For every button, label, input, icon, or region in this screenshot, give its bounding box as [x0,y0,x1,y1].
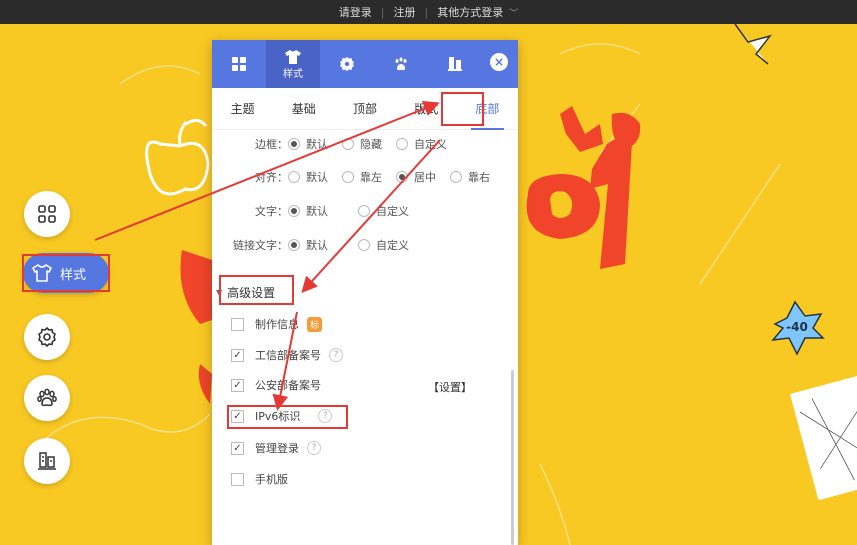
check-admin-login[interactable]: ✓ 管理登录 ? [231,440,321,456]
checkbox[interactable]: ✓ [231,441,244,455]
tab-style-label: 样式 [283,68,303,80]
text-option-custom[interactable]: 自定义 [358,203,409,219]
radio-icon [342,138,354,150]
gear-icon [38,327,56,347]
tshirt-icon [285,49,301,64]
border-option-custom[interactable]: 自定义 [396,136,447,152]
border-option-default[interactable]: 默认 [288,136,328,152]
align-option-default[interactable]: 默认 [288,169,328,185]
grid-icon [38,205,56,223]
text-row: 文字： 默认 自定义 [212,203,423,219]
checkbox[interactable] [231,317,244,331]
radio-icon [288,205,300,217]
check-police-record[interactable]: ✓ 公安部备案号 [231,377,321,393]
check-miit-record[interactable]: ✓ 工信部备案号 ? [231,347,343,363]
paw-icon [395,57,407,71]
svg-text:-40: -40 [786,320,808,334]
radio-icon [450,171,462,183]
subtab-theme[interactable]: 主题 [212,88,273,130]
toolbar-grid-button[interactable] [24,191,70,237]
check-mobile[interactable]: 手机版 [231,471,288,487]
advanced-settings-toggle[interactable]: ▼ 高级设置 [216,284,275,301]
other-login-link[interactable]: 其他方式登录 [437,4,503,20]
align-option-right[interactable]: 靠右 [450,169,490,185]
link-text-label: 链接文字： [233,239,288,252]
register-link[interactable]: 注册 [393,4,415,20]
subtab-basic[interactable]: 基础 [273,88,334,130]
close-icon[interactable]: × [490,53,508,71]
radio-icon [342,171,354,183]
style-panel: 样式 × 主题 基础 顶部 版式 底部 边框： 默认 隐藏 自定义 对齐： 默认… [212,40,518,545]
text-label: 文字： [255,205,288,218]
building-icon [38,452,56,470]
gear-icon [340,57,354,71]
grid-icon [232,57,246,71]
paw-icon [37,388,57,407]
radio-icon [288,138,300,150]
tab-settings[interactable] [320,40,374,88]
tshirt-icon [32,264,52,282]
radio-icon [358,239,370,251]
advanced-settings-title: 高级设置 [227,286,276,300]
border-option-hidden[interactable]: 隐藏 [342,136,382,152]
border-label: 边框： [255,138,288,151]
toolbar-building-button[interactable] [24,438,70,484]
toolbar-settings-button[interactable] [24,314,70,360]
toolbar-paw-button[interactable] [24,375,70,421]
link-option-default[interactable]: 默认 [288,237,328,253]
subtab-top[interactable]: 顶部 [334,88,395,130]
divider: | [380,5,385,19]
subtab-bar: 主题 基础 顶部 版式 底部 [212,88,518,130]
radio-icon [396,171,408,183]
link-text-row: 链接文字： 默认 自定义 [212,237,423,253]
check-credits[interactable]: 制作信息 标 [231,316,322,332]
radio-icon [288,239,300,251]
police-record-setting-link[interactable]: 【设置】 [428,379,472,395]
radio-icon [396,138,408,150]
tab-building[interactable] [428,40,482,88]
chevron-down-icon[interactable]: ﹀ [509,6,518,19]
align-row: 对齐： 默认 靠左 居中 靠右 [212,169,504,185]
align-label: 对齐： [255,171,288,184]
subtab-bottom[interactable]: 底部 [457,88,518,130]
align-option-left[interactable]: 靠左 [342,169,382,185]
toolbar-style-button[interactable]: 样式 [23,253,109,293]
subtab-layout[interactable]: 版式 [396,88,457,130]
checkbox[interactable]: ✓ [231,378,244,392]
caret-down-icon: ▼ [216,288,223,297]
login-link[interactable]: 请登录 [339,4,372,20]
badge-icon: 标 [307,316,322,332]
checkbox[interactable]: ✓ [231,348,244,362]
radio-icon [288,171,300,183]
border-row: 边框： 默认 隐藏 自定义 [212,136,461,152]
help-icon[interactable]: ? [318,409,333,423]
building-icon [448,57,462,71]
top-bar: 请登录 | 注册 | 其他方式登录 ﹀ [0,0,857,24]
checkbox[interactable] [231,472,244,486]
align-option-center[interactable]: 居中 [396,169,436,185]
check-ipv6[interactable]: ✓ IPv6标识 ? [231,408,333,424]
tab-paw[interactable] [374,40,428,88]
radio-icon [358,205,370,217]
text-option-default[interactable]: 默认 [288,203,328,219]
link-option-custom[interactable]: 自定义 [358,237,409,253]
style-button-label: 样式 [60,267,87,283]
help-icon[interactable]: ? [307,441,321,455]
divider: | [424,5,429,19]
panel-scrollbar[interactable] [511,370,514,545]
help-icon[interactable]: ? [329,348,343,362]
panel-header: 样式 × [212,40,518,88]
tab-layout[interactable] [212,40,266,88]
checkbox[interactable]: ✓ [231,409,244,423]
tab-style[interactable]: 样式 [266,40,320,88]
